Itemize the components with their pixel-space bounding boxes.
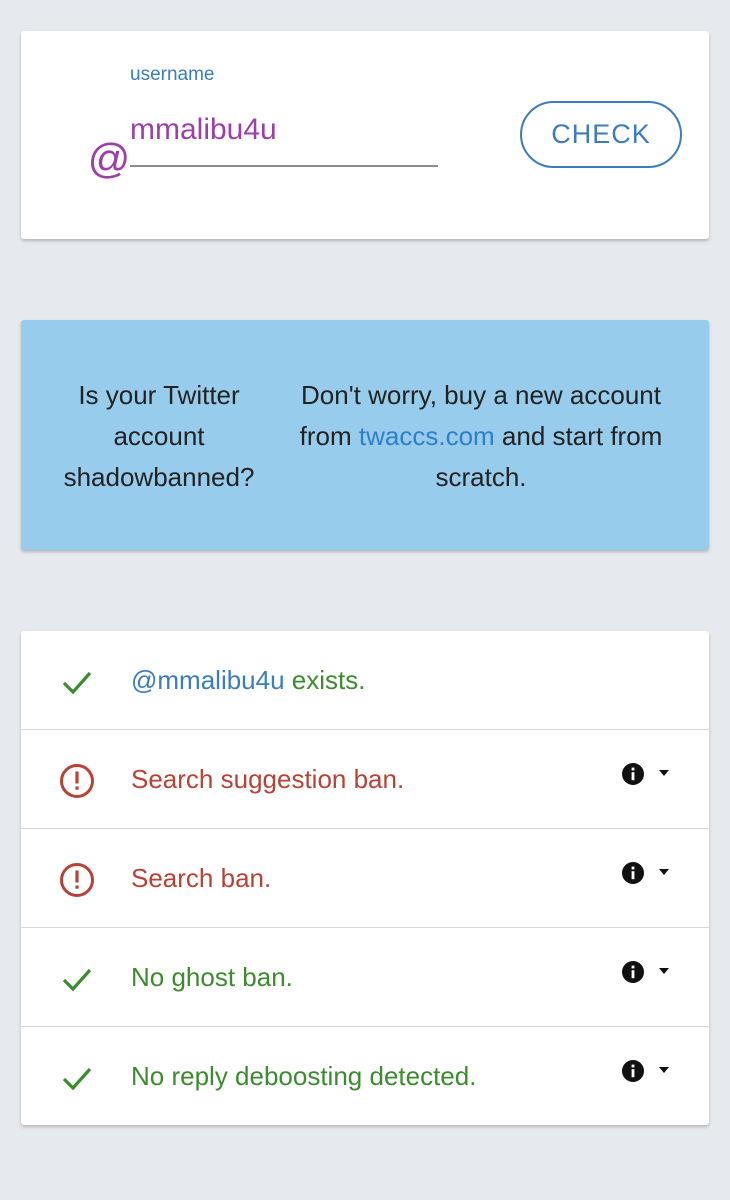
chevron-down-icon xyxy=(659,1067,669,1073)
twaccs-link[interactable]: twaccs.com xyxy=(359,421,495,451)
result-row-search-suggestion-ban: Search suggestion ban. xyxy=(21,730,709,829)
chevron-down-icon xyxy=(659,968,669,974)
check-icon xyxy=(62,968,92,992)
check-icon xyxy=(62,671,92,695)
info-icon xyxy=(622,763,644,785)
details-toggle[interactable] xyxy=(621,861,677,891)
at-icon: @ xyxy=(87,135,130,182)
chevron-down-icon xyxy=(659,770,669,776)
result-label: Search ban. xyxy=(131,863,272,893)
result-label: No reply deboosting detected. xyxy=(131,1061,477,1091)
details-toggle[interactable] xyxy=(621,1059,677,1089)
exclamation-circle-icon xyxy=(60,764,94,798)
check-button[interactable]: CHECK xyxy=(520,101,682,168)
check-icon xyxy=(62,1067,92,1091)
username-mention[interactable]: @mmalibu4u xyxy=(131,665,285,695)
exclamation-circle-icon xyxy=(60,863,94,897)
result-label: exists. xyxy=(284,665,366,695)
username-input[interactable] xyxy=(130,105,438,167)
info-icon xyxy=(622,961,644,983)
info-icon xyxy=(622,1060,644,1082)
chevron-down-icon xyxy=(659,869,669,875)
result-row-ghost-ban: No ghost ban. xyxy=(21,928,709,1027)
results-list: @mmalibu4u exists. Search suggestion ban… xyxy=(21,631,709,1125)
ad-offer-text: Don't worry, buy a new account from twac… xyxy=(273,375,689,498)
search-card: @ username CHECK xyxy=(21,31,709,239)
result-text: @mmalibu4u exists. xyxy=(131,664,365,696)
result-row-reply-deboosting: No reply deboosting detected. xyxy=(21,1027,709,1125)
details-toggle[interactable] xyxy=(621,960,677,990)
result-row-search-ban: Search ban. xyxy=(21,829,709,928)
result-row-exists: @mmalibu4u exists. xyxy=(21,631,709,730)
ad-question-text: Is your Twitter account shadowbanned? xyxy=(63,380,255,492)
username-label: username xyxy=(130,64,215,85)
ad-banner: Is your Twitter account shadowbanned? Do… xyxy=(21,320,709,550)
result-label: Search suggestion ban. xyxy=(131,764,405,794)
info-icon xyxy=(622,862,644,884)
details-toggle[interactable] xyxy=(621,762,677,792)
result-label: No ghost ban. xyxy=(131,962,293,992)
